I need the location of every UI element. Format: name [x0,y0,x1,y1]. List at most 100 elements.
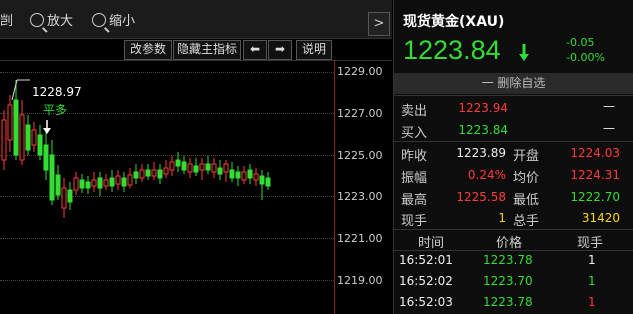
high-value: 1225.58 [456,190,506,204]
candle-body [115,175,121,185]
tick-volume: 1 [588,253,596,267]
candle-body [133,171,139,179]
candle-body [103,179,109,187]
candle-body [235,171,241,179]
total-volume-value: 31420 [581,211,620,225]
low-value: 1222.70 [570,190,620,204]
candle-body [121,177,127,187]
zoom-out-icon [92,13,106,27]
help-button[interactable]: 说明 [296,40,332,60]
col-header-time: 时间 [418,236,445,251]
prev-close-value: 1223.89 [456,146,506,160]
candle-body [265,177,271,187]
divider [394,141,633,142]
low-label: 最低 [513,193,540,208]
last-price: 1223.84 [403,35,501,65]
candle-body [145,169,151,177]
candle-body [205,163,211,171]
ask-volume: — [603,99,615,113]
candle-body [139,169,145,179]
candle-body [109,177,115,187]
candle-body [31,129,37,146]
candle-body [175,159,181,167]
bid-volume: — [603,121,615,135]
tick-volume: 1 [588,274,596,288]
price-axis-line [334,60,335,314]
candle-body [163,167,169,175]
y-tick-label: 1227.00 [337,107,383,120]
high-label: 最高 [401,193,428,208]
candle-body [241,171,247,181]
candle-body [169,161,175,171]
bid-price: 1223.84 [458,123,508,137]
candle-body [79,179,85,189]
scroll-right-button[interactable]: ➡ [268,40,292,60]
candle-body [7,104,13,141]
candle-body [55,174,61,196]
candle-body [49,154,55,201]
candle-body [13,99,19,156]
candle-body [19,114,25,161]
zoom-out-button[interactable]: 缩小 [92,10,135,29]
tick-volume: 1 [588,295,596,309]
tick-price: 1223.78 [483,253,533,267]
price-change: -0.05 [566,36,595,49]
candle-body [157,169,163,179]
ask-price: 1223.94 [458,101,508,115]
candle-body [229,169,235,179]
tick-time: 16:52:02 [399,274,453,288]
open-value: 1224.03 [570,146,620,160]
candle-body [25,124,31,151]
tick-time: 16:52:01 [399,253,453,267]
candle-body [217,167,223,175]
cut-button[interactable]: 剀 [0,10,13,29]
y-tick-label: 1225.00 [337,149,383,162]
ask-label: 卖出 [401,104,428,119]
price-change-percent: -0.00% [566,51,605,64]
y-tick-label: 1223.00 [337,190,383,203]
candle-body [253,173,259,181]
candle-body [199,163,205,171]
remove-favorite-button[interactable]: 一 删除自选 [394,73,633,94]
candle-body [187,163,193,173]
avg-price-label: 均价 [513,171,540,186]
zoom-out-label: 缩小 [109,14,136,29]
zoom-in-icon [30,13,44,27]
open-label: 开盘 [513,149,540,164]
prev-close-label: 昨收 [401,149,428,164]
amplitude-label: 振幅 [401,171,428,186]
candle-body [223,163,229,173]
candle-body [91,179,97,187]
indicator-toolbar: 改参数 隐藏主指标 ⬅ ➡ 说明 [0,38,392,61]
last-volume-label: 现手 [401,214,428,229]
candle-body [61,187,67,209]
candle-body [211,163,217,173]
tick-time: 16:52:03 [399,295,453,309]
candle-body [37,134,43,156]
candle-body [127,174,133,186]
divider [394,95,633,96]
candle-body [259,175,265,185]
y-tick-label: 1219.00 [337,274,383,287]
amplitude-value: 0.24% [467,168,506,182]
scroll-left-button[interactable]: ⬅ [243,40,267,60]
last-volume-value: 1 [498,211,506,225]
high-price-label: 1228.97 [32,85,82,99]
zoom-in-label: 放大 [47,14,74,29]
candle-body [247,169,253,179]
hide-indicator-button[interactable]: 隐藏主指标 [173,40,241,60]
col-header-volume: 现手 [577,236,604,251]
candle-body [193,165,199,173]
candle-body [67,189,73,203]
candle-body [43,144,49,171]
down-arrow-icon [43,128,51,134]
panel-toggle-button[interactable]: > [368,12,390,36]
col-header-price: 价格 [496,236,523,251]
y-tick-label: 1229.00 [337,65,383,78]
divider [394,250,633,251]
candle-body [97,177,103,189]
down-arrow-icon [519,44,529,61]
zoom-in-button[interactable]: 放大 [30,10,73,29]
instrument-title: 现货黄金(XAU) [403,14,505,30]
edit-params-button[interactable]: 改参数 [124,40,172,60]
